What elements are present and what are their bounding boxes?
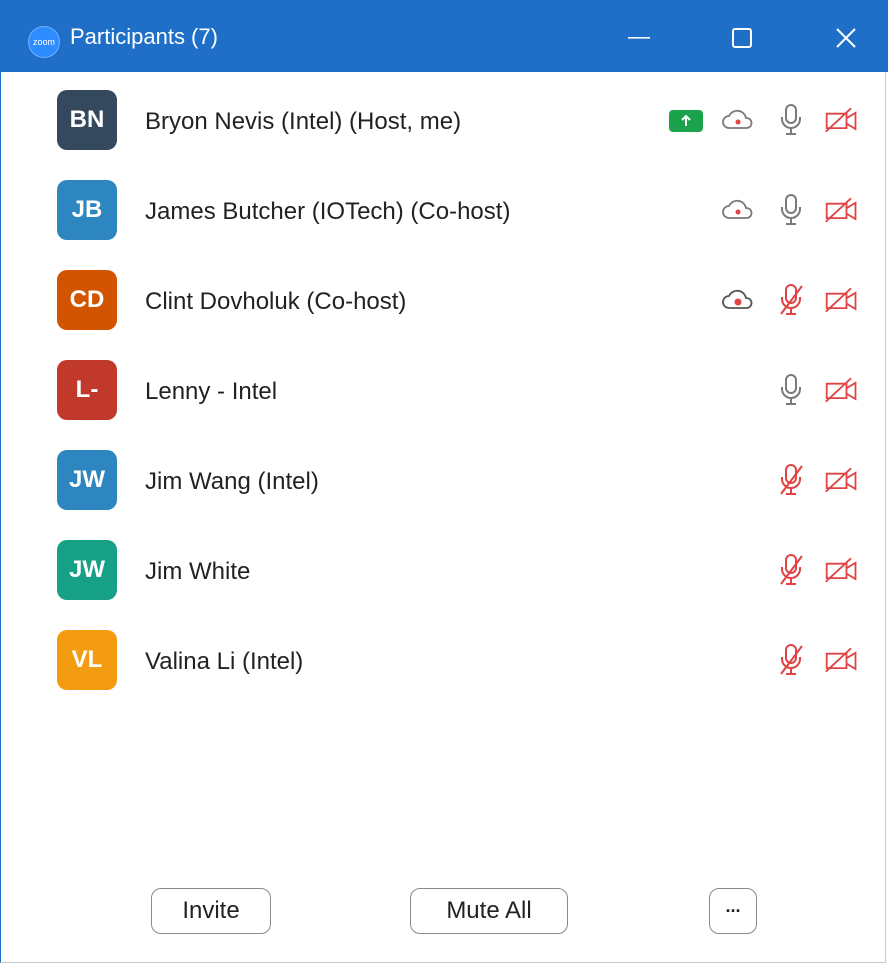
mic-muted-icon[interactable] <box>773 552 809 588</box>
participant-row[interactable]: JW Jim Wang (Intel) <box>0 440 888 530</box>
participant-name: Jim White <box>145 558 251 585</box>
video-off-icon[interactable] <box>824 192 860 228</box>
participant-row[interactable]: CD Clint Dovholuk (Co-host) <box>0 260 888 350</box>
window-title: Participants (7) <box>70 24 218 49</box>
avatar: JW <box>57 450 117 510</box>
video-off-icon[interactable] <box>824 372 860 408</box>
video-off-icon[interactable] <box>824 552 860 588</box>
participant-name: James Butcher (IOTech) (Co-host) <box>145 198 511 225</box>
participant-row[interactable]: BN Bryon Nevis (Intel) (Host, me) <box>0 80 888 170</box>
participant-name: Lenny - Intel <box>145 378 278 405</box>
mic-icon[interactable] <box>773 372 809 408</box>
participant-name: Clint Dovholuk (Co-host) <box>145 288 407 315</box>
participant-name: Bryon Nevis (Intel) (Host, me) <box>145 108 462 135</box>
minimize-button[interactable] <box>612 16 668 60</box>
avatar: VL <box>57 630 117 690</box>
maximize-button[interactable] <box>714 16 770 60</box>
video-off-icon[interactable] <box>824 102 860 138</box>
cloud-recording-icon <box>720 282 756 318</box>
minimize-icon <box>628 37 650 39</box>
video-off-icon[interactable] <box>824 642 860 678</box>
avatar: CD <box>57 270 117 330</box>
mic-icon[interactable] <box>773 192 809 228</box>
mic-muted-icon[interactable] <box>773 282 809 318</box>
mic-icon[interactable] <box>773 102 809 138</box>
cloud-recording-icon <box>720 102 756 138</box>
participant-name: Jim Wang (Intel) <box>145 468 319 495</box>
avatar: BN <box>57 90 117 150</box>
title-bar[interactable]: zoom Participants (7) <box>0 0 888 72</box>
more-options-button[interactable]: ··· <box>709 888 757 934</box>
avatar: JB <box>57 180 117 240</box>
mic-muted-icon[interactable] <box>773 462 809 498</box>
cloud-recording-icon <box>720 192 756 228</box>
participant-name: Valina Li (Intel) <box>145 648 304 675</box>
maximize-icon <box>732 28 752 48</box>
video-off-icon[interactable] <box>824 462 860 498</box>
avatar: JW <box>57 540 117 600</box>
avatar: L- <box>57 360 117 420</box>
zoom-logo-icon: zoom <box>28 26 60 58</box>
participant-row[interactable]: JW Jim White <box>0 530 888 620</box>
participant-row[interactable]: VL Valina Li (Intel) <box>0 620 888 710</box>
mute-all-button[interactable]: Mute All <box>410 888 568 934</box>
screen-share-icon <box>669 110 703 132</box>
close-icon <box>836 28 856 48</box>
participant-row[interactable]: L- Lenny - Intel <box>0 350 888 440</box>
video-off-icon[interactable] <box>824 282 860 318</box>
participant-row[interactable]: JB James Butcher (IOTech) (Co-host) <box>0 170 888 260</box>
invite-button[interactable]: Invite <box>151 888 271 934</box>
close-button[interactable] <box>818 16 874 60</box>
mic-muted-icon[interactable] <box>773 642 809 678</box>
